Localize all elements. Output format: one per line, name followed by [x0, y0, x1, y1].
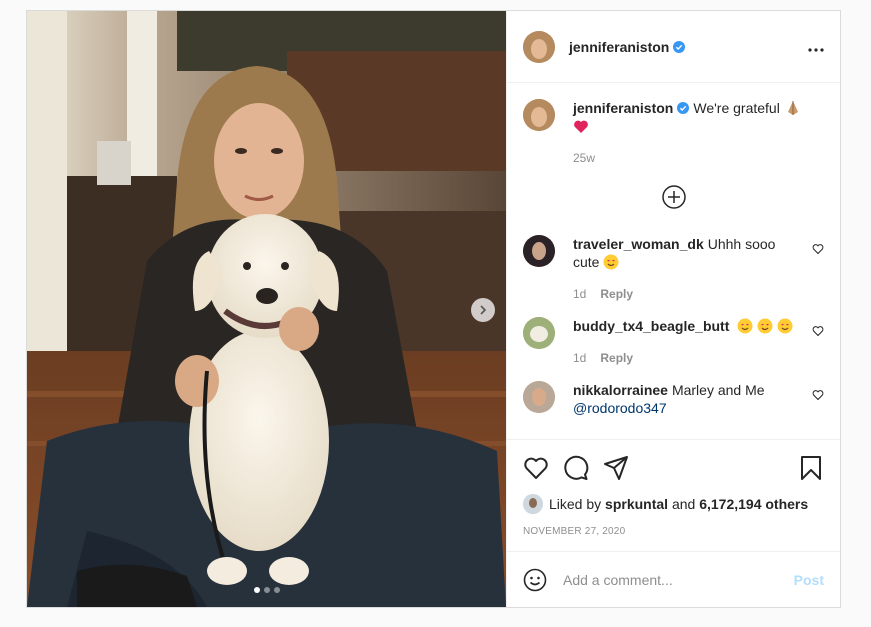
bookmark-icon[interactable] [798, 455, 824, 481]
post-photo[interactable] [27, 11, 506, 607]
caption-age: 25w [573, 151, 596, 165]
likes-summary: Liked by sprkuntal and 6,172,194 others [523, 494, 824, 514]
praying-hands-icon [787, 101, 798, 115]
heart-eyes-emoji-icon [603, 254, 619, 270]
post-actions: Liked by sprkuntal and 6,172,194 others … [507, 439, 840, 551]
action-icons [523, 448, 824, 488]
heart-icon[interactable] [523, 455, 549, 481]
caption-text: We're grateful [693, 100, 780, 116]
comment-username[interactable]: traveler_woman_dk [573, 236, 704, 252]
comment-mention-link[interactable]: @rodorodo347 [573, 400, 667, 416]
carousel-next-button[interactable] [471, 298, 495, 322]
liker-username[interactable]: sprkuntal [605, 496, 668, 512]
comment-like-heart-icon[interactable] [812, 243, 824, 255]
comment-like-heart-icon[interactable] [812, 389, 824, 401]
post-header: jenniferaniston [507, 11, 840, 83]
verified-icon [677, 102, 690, 114]
commenter-avatar[interactable] [523, 381, 555, 413]
reply-button[interactable]: Reply [600, 351, 633, 365]
author-username[interactable]: jenniferaniston [569, 39, 669, 55]
load-more-comments[interactable] [523, 185, 824, 209]
commenter-avatar[interactable] [523, 235, 555, 267]
more-options-button[interactable] [808, 36, 824, 57]
caption-row: jenniferaniston We're grateful 25w [523, 99, 824, 167]
comment-like-heart-icon[interactable] [812, 325, 824, 337]
chevron-right-icon [480, 305, 487, 315]
heart-eyes-emoji-icon [757, 318, 773, 334]
reply-button[interactable]: Reply [600, 287, 633, 301]
comment-icon[interactable] [563, 455, 589, 481]
post-comment-button[interactable]: Post [794, 572, 824, 588]
heart-eyes-emoji-icon [777, 318, 793, 334]
likes-others-count[interactable]: 6,172,194 others [699, 496, 808, 512]
commenter-avatar[interactable] [523, 317, 555, 349]
likes-joiner: and [671, 496, 696, 512]
comment-item: nikkalorrainee Marley and Me @rodorodo347 [523, 381, 824, 417]
share-icon[interactable] [603, 455, 629, 481]
emoji-icon[interactable] [523, 568, 547, 592]
comment-age: 1d [573, 287, 587, 301]
liker-avatar[interactable] [523, 494, 543, 514]
author-avatar[interactable] [523, 99, 555, 131]
verified-icon [673, 40, 686, 53]
comment-age: 1d [573, 351, 587, 365]
red-heart-icon [574, 120, 588, 133]
comment-text: Marley and Me [671, 382, 765, 398]
caption-username[interactable]: jenniferaniston [573, 100, 673, 116]
comment-username[interactable]: buddy_tx4_beagle_butt [573, 318, 729, 334]
comment-input[interactable] [563, 571, 794, 588]
likes-prefix: Liked by [549, 496, 602, 512]
carousel-indicator [27, 587, 506, 593]
post-side-panel: jenniferaniston jenniferaniston We're gra… [506, 11, 840, 607]
add-comment-bar: Post [507, 551, 840, 607]
carousel-dot [253, 587, 260, 593]
comment-item: traveler_woman_dk Uhhh sooo cute 1d Reply [523, 235, 824, 303]
carousel-dot [263, 587, 270, 593]
carousel-dot [273, 587, 280, 593]
photo-woman-with-puppy [27, 11, 506, 607]
author-avatar[interactable] [523, 30, 555, 63]
heart-eyes-emoji-icon [737, 318, 753, 334]
post-date: NOVEMBER 27, 2020 [523, 526, 626, 537]
comment-item: buddy_tx4_beagle_butt 1d Reply [523, 317, 824, 367]
more-icon [808, 48, 824, 52]
load-more-icon [661, 185, 686, 209]
comments-list: jenniferaniston We're grateful 25w travel… [507, 83, 840, 439]
comment-username[interactable]: nikkalorrainee [573, 382, 668, 398]
post-card: jenniferaniston jenniferaniston We're gra… [26, 10, 841, 608]
